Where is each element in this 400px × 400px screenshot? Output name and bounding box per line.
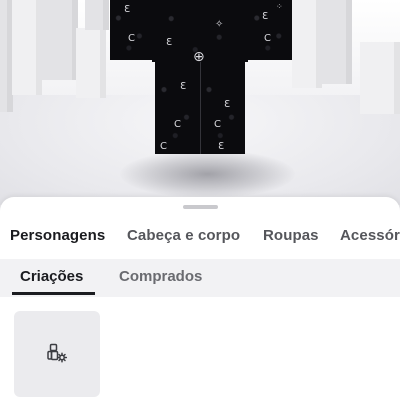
outfit-pattern: ✧ xyxy=(215,19,224,30)
tab-acessorios[interactable]: Acessórios xyxy=(340,227,400,244)
avatar-preview-scene[interactable]: Ϲ Ϲ Ɛ ✧ Ɛ ⊕ Ɛ Ɛ Ϲ Ϲ Ϲ Ɛ Ɛ ⁘ xyxy=(0,0,400,205)
outfit-pattern: Ɛ xyxy=(180,81,187,92)
avatar-leg-seam xyxy=(200,62,201,154)
outfit-pattern: Ϲ xyxy=(174,119,181,130)
tab-criacoes[interactable]: Criações xyxy=(20,268,83,285)
outfit-pattern: Ϲ xyxy=(264,33,271,44)
outfit-pattern: Ɛ xyxy=(166,37,173,48)
outfit-pattern: Ϲ xyxy=(128,33,135,44)
avatar-editor-sheet: Personagens Cabeça e corpo Roupas Acessó… xyxy=(0,197,400,400)
items-grid xyxy=(0,297,400,400)
category-tab-bar: Personagens Cabeça e corpo Roupas Acessó… xyxy=(0,227,400,251)
create-character-button[interactable] xyxy=(14,311,100,397)
tab-roupas[interactable]: Roupas xyxy=(263,227,319,244)
tab-cabeca-e-corpo[interactable]: Cabeça e corpo xyxy=(127,227,240,244)
outfit-pattern: Ϲ xyxy=(160,141,167,152)
active-tab-indicator xyxy=(12,292,95,295)
sheet-drag-handle[interactable] xyxy=(183,205,218,209)
outfit-pattern: ⁘ xyxy=(276,2,283,11)
outfit-pattern: ⊕ xyxy=(193,49,205,65)
create-character-icon xyxy=(45,342,69,366)
outfit-pattern: Ɛ xyxy=(262,11,269,22)
outfit-pattern: Ɛ xyxy=(218,141,225,152)
tab-comprados[interactable]: Comprados xyxy=(119,268,202,285)
outfit-pattern: Ϲ xyxy=(214,119,221,130)
avatar-left-arm xyxy=(110,0,152,60)
outfit-pattern: Ɛ xyxy=(124,4,131,15)
avatar-right-arm xyxy=(248,0,292,60)
avatar-model: Ϲ Ϲ Ɛ ✧ Ɛ ⊕ Ɛ Ɛ Ϲ Ϲ Ϲ Ɛ Ɛ ⁘ xyxy=(0,0,400,205)
tab-personagens[interactable]: Personagens xyxy=(10,227,105,244)
outfit-pattern: Ɛ xyxy=(224,99,231,110)
